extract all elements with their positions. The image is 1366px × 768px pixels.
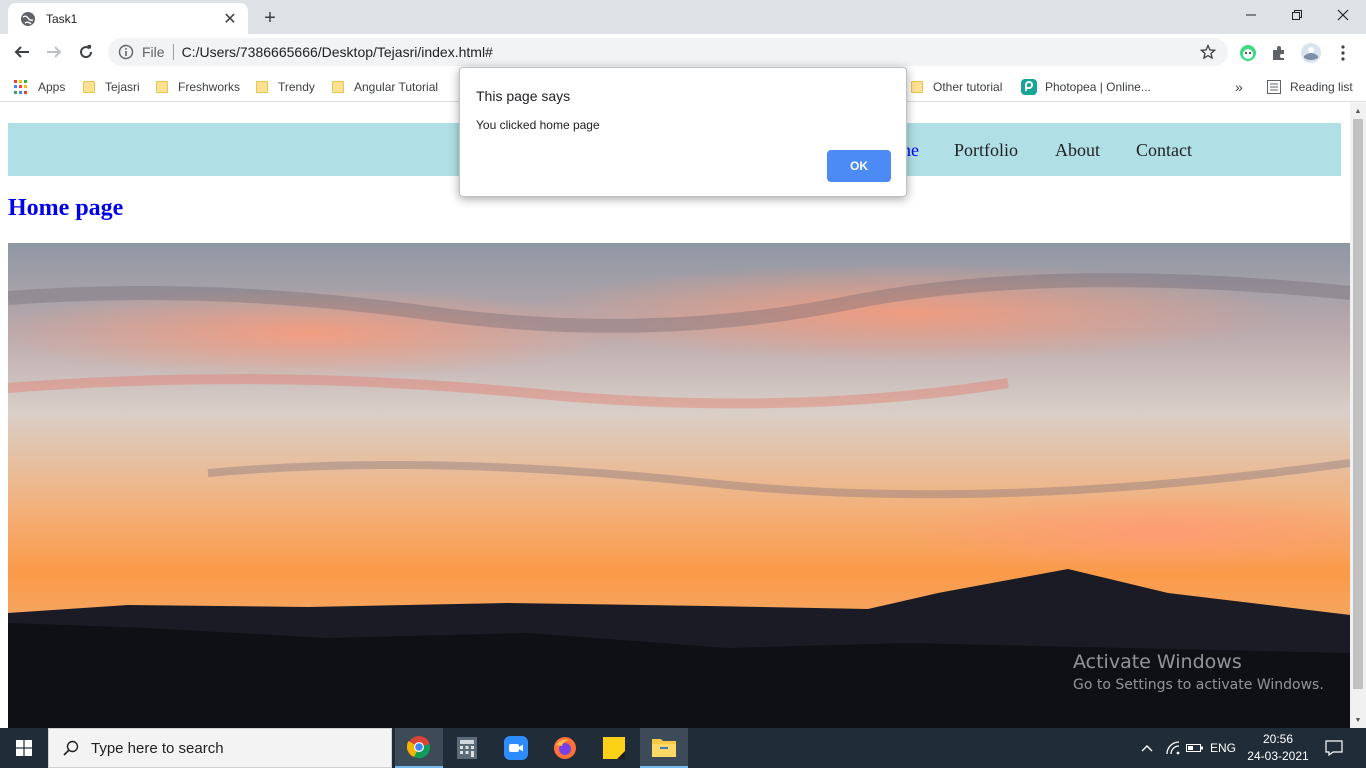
bookmark-tejasri[interactable]: Tejasri xyxy=(83,77,140,97)
battery-icon[interactable] xyxy=(1185,728,1205,768)
taskbar-clock[interactable]: 20:56 24-03-2021 xyxy=(1240,731,1316,765)
apps-grid-icon xyxy=(14,80,28,94)
browser-toolbar: File C:/Users/7386665666/Desktop/Tejasri… xyxy=(0,34,1366,70)
url-scheme: File xyxy=(142,44,165,60)
zoom-taskbar-icon[interactable] xyxy=(492,728,540,768)
windows-start-icon[interactable] xyxy=(0,728,48,768)
bookmark-other-tutorial[interactable]: Other tutorial xyxy=(911,77,1002,97)
dialog-message: You clicked home page xyxy=(476,118,600,132)
clock-date: 24-03-2021 xyxy=(1247,749,1309,763)
reload-button[interactable] xyxy=(72,38,100,66)
reading-list-icon xyxy=(1267,80,1281,94)
reading-list-label: Reading list xyxy=(1290,80,1353,94)
calculator-taskbar-icon[interactable] xyxy=(443,728,491,768)
chrome-taskbar-icon[interactable] xyxy=(395,728,443,768)
tab-title: Task1 xyxy=(46,11,78,26)
divider xyxy=(172,44,174,60)
bookmark-label: Other tutorial xyxy=(933,80,1003,94)
page-scrollbar[interactable]: ▲ ▼ xyxy=(1350,103,1366,728)
profile-avatar[interactable] xyxy=(1300,42,1322,64)
extensions-puzzle-icon[interactable] xyxy=(1268,42,1290,64)
forward-button[interactable] xyxy=(40,38,68,66)
bookmark-label: Photopea | Online... xyxy=(1045,80,1151,94)
dialog-title: This page says xyxy=(476,88,571,104)
bookmark-label: Tejasri xyxy=(105,80,140,94)
language-indicator[interactable]: ENG xyxy=(1207,728,1239,768)
bookmarks-overflow-button[interactable]: » xyxy=(1235,77,1243,97)
ok-button[interactable]: OK xyxy=(827,150,891,182)
bookmark-angular-tutorial[interactable]: Angular Tutorial xyxy=(332,77,438,97)
alert-dialog: This page says You clicked home page OK xyxy=(459,67,907,197)
info-icon[interactable] xyxy=(118,44,134,60)
arrow-right-icon xyxy=(47,46,62,58)
nav-link-portfolio[interactable]: Portfolio xyxy=(954,140,1018,161)
bookmark-label: Angular Tutorial xyxy=(354,80,439,94)
file-explorer-taskbar-icon[interactable] xyxy=(640,728,688,768)
windows-taskbar: Type here to search ENG 20:56 24-03-2021 xyxy=(0,728,1366,768)
folder-icon xyxy=(83,81,95,93)
firefox-taskbar-icon[interactable] xyxy=(541,728,589,768)
photopea-icon xyxy=(1021,79,1037,95)
address-bar[interactable]: File C:/Users/7386665666/Desktop/Tejasri… xyxy=(108,38,1228,66)
bookmark-freshworks[interactable]: Freshworks xyxy=(156,77,240,97)
browser-tab[interactable]: Task1 ✕ xyxy=(8,3,248,34)
nav-link-contact[interactable]: Contact xyxy=(1136,140,1192,161)
back-button[interactable] xyxy=(8,38,36,66)
scrollbar-thumb[interactable] xyxy=(1353,119,1363,689)
activate-windows-watermark: Activate Windows Go to Settings to activ… xyxy=(1073,651,1324,693)
bookmark-apps[interactable]: Apps xyxy=(14,77,65,97)
folder-icon xyxy=(256,81,268,93)
clock-time: 20:56 xyxy=(1262,732,1294,746)
bookmark-photopea[interactable]: Photopea | Online... xyxy=(1021,77,1151,97)
bookmark-label: Apps xyxy=(38,80,66,94)
watermark-line2: Go to Settings to activate Windows. xyxy=(1073,677,1324,693)
restore-button[interactable] xyxy=(1274,0,1320,30)
chevron-up-icon[interactable] xyxy=(1138,728,1156,768)
search-icon xyxy=(63,740,79,756)
folder-icon xyxy=(156,81,168,93)
wifi-icon[interactable] xyxy=(1162,728,1184,768)
close-tab-icon[interactable]: ✕ xyxy=(222,11,238,28)
bookmark-star-icon[interactable] xyxy=(1200,44,1216,60)
bookmark-label: Trendy xyxy=(278,80,315,94)
notifications-icon[interactable] xyxy=(1318,728,1350,768)
page-title: Home page xyxy=(8,195,124,221)
scroll-up-icon[interactable]: ▲ xyxy=(1350,103,1366,119)
folder-icon xyxy=(332,81,344,93)
nav-link-about[interactable]: About xyxy=(1055,140,1100,161)
watermark-line1: Activate Windows xyxy=(1073,651,1242,673)
folder-icon xyxy=(911,81,923,93)
close-window-button[interactable] xyxy=(1320,0,1366,30)
menu-kebab-icon[interactable] xyxy=(1332,42,1354,64)
sticky-notes-taskbar-icon[interactable] xyxy=(590,728,638,768)
url-text[interactable]: C:/Users/7386665666/Desktop/Tejasri/inde… xyxy=(182,44,493,60)
reload-icon xyxy=(80,45,93,59)
arrow-left-icon xyxy=(14,46,29,58)
taskbar-search-box[interactable]: Type here to search xyxy=(48,728,392,768)
globe-icon xyxy=(20,11,36,27)
extension-android-icon[interactable] xyxy=(1237,42,1259,64)
reading-list-button[interactable]: Reading list xyxy=(1267,77,1353,97)
tab-strip: Task1 ✕ + xyxy=(0,0,1366,34)
bookmark-label: Freshworks xyxy=(178,80,241,94)
search-placeholder: Type here to search xyxy=(91,739,224,757)
new-tab-button[interactable]: + xyxy=(258,6,282,30)
minimize-button[interactable] xyxy=(1228,0,1274,30)
scroll-down-icon[interactable]: ▼ xyxy=(1350,712,1366,728)
bookmark-trendy[interactable]: Trendy xyxy=(256,77,315,97)
